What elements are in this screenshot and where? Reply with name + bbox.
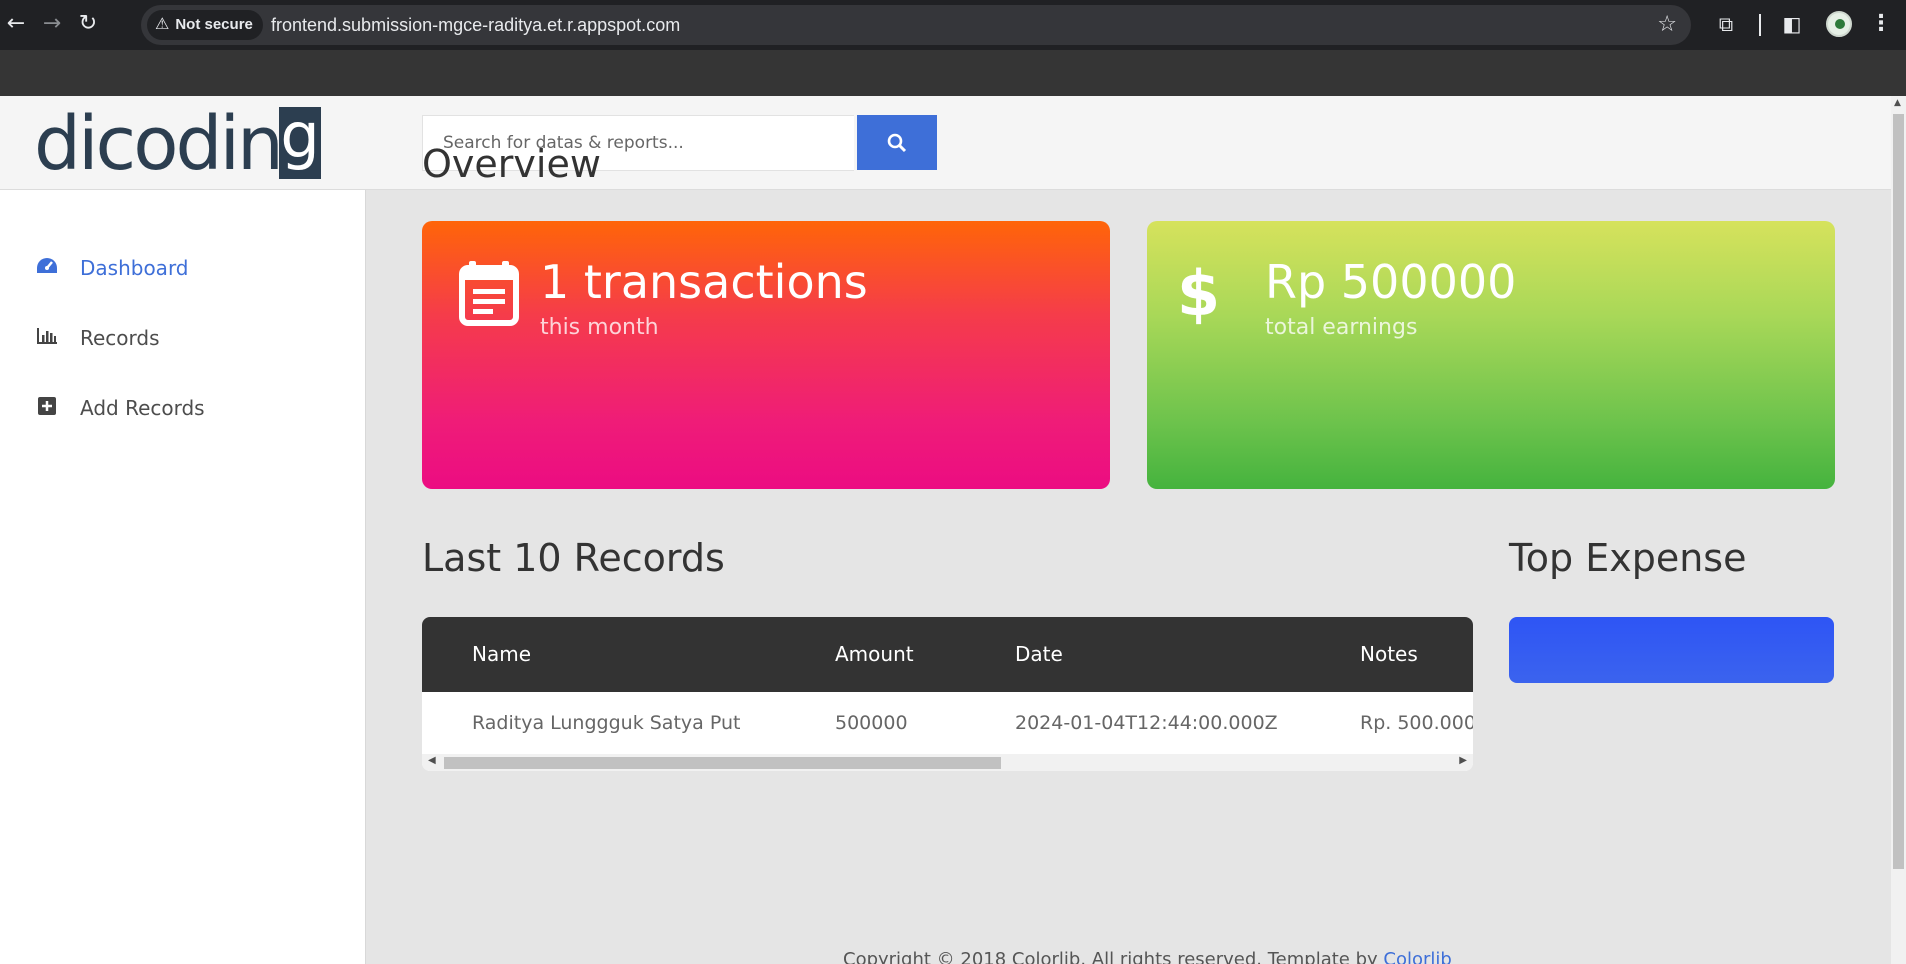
security-label: Not secure [175, 16, 253, 33]
earnings-card: $ Rp 500000 total earnings [1147, 221, 1835, 489]
tachometer-icon [32, 257, 62, 280]
transactions-count: 1 transactions [540, 255, 868, 309]
sidebar: dicodin g Dashboard Records Add Records [0, 96, 366, 964]
cell-notes: Rp. 500.000 [1360, 712, 1473, 734]
earnings-total: Rp 500000 [1265, 255, 1517, 309]
sidebar-item-add-records[interactable]: Add Records [32, 388, 205, 428]
browser-chrome: ← → ↻ ⚠ Not secure frontend.submission-mg… [0, 0, 1906, 96]
scroll-up-icon[interactable]: ▲ [1894, 98, 1901, 108]
calendar-icon [459, 261, 519, 326]
bar-chart-icon [32, 327, 62, 349]
menu-kebab-icon[interactable]: ⋮ [1870, 8, 1892, 40]
footer-text: Copyright © 2018 Colorlib. All rights re… [843, 949, 1384, 964]
cell-name: Raditya Lunggguk Satya Put [472, 712, 741, 734]
dollar-icon: $ [1177, 257, 1221, 330]
footer-link-colorlib[interactable]: Colorlib [1383, 949, 1451, 964]
sidebar-item-label: Add Records [80, 396, 205, 420]
page-vertical-scrollbar[interactable]: ▲ [1891, 96, 1906, 964]
url-text[interactable]: frontend.submission-mgce-raditya.et.r.ap… [271, 5, 680, 45]
sidebar-item-dashboard[interactable]: Dashboard [32, 248, 189, 288]
bookmark-star-icon[interactable]: ☆ [1657, 5, 1677, 45]
toolbar-divider [1759, 14, 1761, 36]
security-chip[interactable]: ⚠ Not secure [147, 10, 263, 40]
cell-amount: 500000 [835, 712, 908, 734]
search-icon [887, 133, 907, 153]
column-header-notes: Notes [1360, 642, 1418, 666]
table-header: Name Amount Date Notes [422, 617, 1473, 692]
cell-date: 2024-01-04T12:44:00.000Z [1015, 712, 1278, 734]
browser-toolbar: ← → ↻ ⚠ Not secure frontend.submission-mg… [0, 0, 1906, 50]
footer: Copyright © 2018 Colorlib. All rights re… [843, 949, 1452, 964]
logo-g-block: g [279, 105, 321, 179]
forward-icon[interactable]: → [36, 8, 68, 40]
transactions-card: 1 transactions this month [422, 221, 1110, 489]
warning-icon: ⚠ [155, 16, 170, 33]
records-table: Name Amount Date Notes Raditya Lunggguk … [422, 617, 1473, 771]
earnings-caption: total earnings [1265, 315, 1418, 340]
overview-heading: Overview [422, 142, 601, 186]
search-button[interactable] [857, 115, 937, 170]
sidebar-item-records[interactable]: Records [32, 318, 160, 358]
reload-icon[interactable]: ↻ [72, 8, 104, 40]
plus-square-icon [32, 396, 62, 420]
profile-avatar[interactable] [1826, 11, 1852, 37]
column-header-amount: Amount [835, 642, 914, 666]
dicoding-logo[interactable]: dicodin [34, 104, 284, 184]
side-panel-icon[interactable]: ◧ [1776, 8, 1808, 40]
column-header-date: Date [1015, 642, 1063, 666]
sidebar-item-label: Dashboard [80, 256, 189, 280]
sidebar-item-label: Records [80, 326, 160, 350]
logo-container: dicodin g [0, 96, 366, 190]
scrollbar-thumb[interactable] [444, 757, 1001, 769]
table-horizontal-scrollbar[interactable]: ◀ ▶ [422, 754, 1473, 771]
top-expense-box [1509, 617, 1834, 683]
column-header-name: Name [472, 642, 532, 666]
scroll-right-icon[interactable]: ▶ [1459, 755, 1467, 766]
top-expense-heading: Top Expense [1509, 536, 1747, 580]
address-bar[interactable]: ⚠ Not secure frontend.submission-mgce-rad… [141, 5, 1691, 45]
back-icon[interactable]: ← [0, 8, 32, 40]
last-records-heading: Last 10 Records [422, 536, 725, 580]
transactions-caption: this month [540, 315, 659, 340]
scrollbar-thumb[interactable] [1893, 114, 1904, 869]
scroll-left-icon[interactable]: ◀ [428, 755, 436, 766]
extensions-icon[interactable]: ⧉ [1710, 8, 1742, 40]
